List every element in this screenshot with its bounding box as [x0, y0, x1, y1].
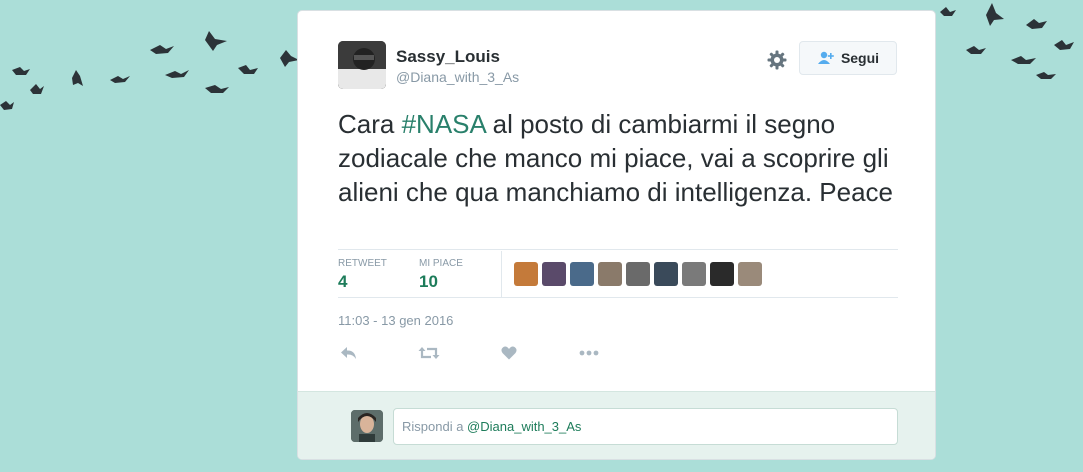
author-name[interactable]: Sassy_Louis — [396, 47, 500, 67]
author-avatar[interactable] — [338, 41, 386, 89]
bird-icon — [30, 84, 44, 94]
liker-avatar[interactable] — [682, 262, 706, 286]
bird-icon — [165, 70, 189, 78]
liker-avatar[interactable] — [738, 262, 762, 286]
bird-icon — [986, 3, 1004, 26]
divider — [338, 297, 898, 298]
bird-icon — [940, 7, 956, 16]
stats-divider — [501, 251, 502, 297]
bird-icon — [0, 101, 14, 110]
bird-icon — [966, 46, 986, 54]
birds-left-decoration — [0, 31, 299, 110]
liker-avatar[interactable] — [514, 262, 538, 286]
liker-avatar[interactable] — [598, 262, 622, 286]
divider — [338, 249, 898, 250]
tweet-text: Cara #NASA al posto di cambiarmi il segn… — [338, 107, 898, 209]
bird-icon — [1011, 56, 1036, 64]
bird-icon — [110, 76, 130, 83]
bird-icon — [1026, 19, 1047, 29]
retweets-count[interactable]: 4 — [338, 272, 347, 292]
author-avatar-image — [338, 41, 386, 89]
more-icon[interactable] — [578, 343, 600, 363]
reply-mention: @Diana_with_3_As — [467, 419, 582, 434]
likes-count[interactable]: 10 — [419, 272, 438, 292]
follow-button[interactable]: Segui — [799, 41, 897, 75]
tweet-text-before: Cara — [338, 109, 402, 139]
follow-label: Segui — [840, 50, 880, 66]
reply-input[interactable]: Rispondi a @Diana_with_3_As — [393, 408, 898, 445]
hashtag-link[interactable]: #NASA — [402, 109, 486, 139]
current-user-avatar — [351, 410, 383, 442]
bird-icon — [205, 31, 227, 51]
birds-right-decoration — [940, 3, 1074, 79]
author-handle[interactable]: @Diana_with_3_As — [396, 69, 519, 85]
bird-icon — [150, 45, 174, 54]
likes-label: MI PIACE — [419, 258, 463, 269]
bird-icon — [12, 67, 30, 75]
liker-avatar[interactable] — [654, 262, 678, 286]
bird-icon — [238, 65, 258, 74]
retweets-label: RETWEET — [338, 258, 387, 269]
bird-icon — [1054, 40, 1074, 50]
liker-avatar[interactable] — [570, 262, 594, 286]
tweet-card: Sassy_Louis @Diana_with_3_As Segui Cara … — [297, 10, 936, 460]
add-user-icon — [817, 51, 834, 64]
liker-avatar[interactable] — [710, 262, 734, 286]
tweet-timestamp[interactable]: 11:03 - 13 gen 2016 — [338, 313, 453, 328]
retweet-icon[interactable] — [418, 343, 440, 363]
liker-avatar[interactable] — [626, 262, 650, 286]
bird-icon — [72, 70, 83, 86]
likers-list — [514, 262, 762, 286]
reply-icon[interactable] — [338, 343, 360, 363]
gear-icon[interactable] — [766, 49, 788, 71]
reply-prefix: Rispondi a — [402, 419, 468, 434]
liker-avatar[interactable] — [542, 262, 566, 286]
reply-bar: Rispondi a @Diana_with_3_As — [298, 391, 935, 459]
bird-icon — [205, 85, 229, 93]
bird-icon — [1036, 72, 1056, 79]
like-icon[interactable] — [498, 343, 520, 363]
